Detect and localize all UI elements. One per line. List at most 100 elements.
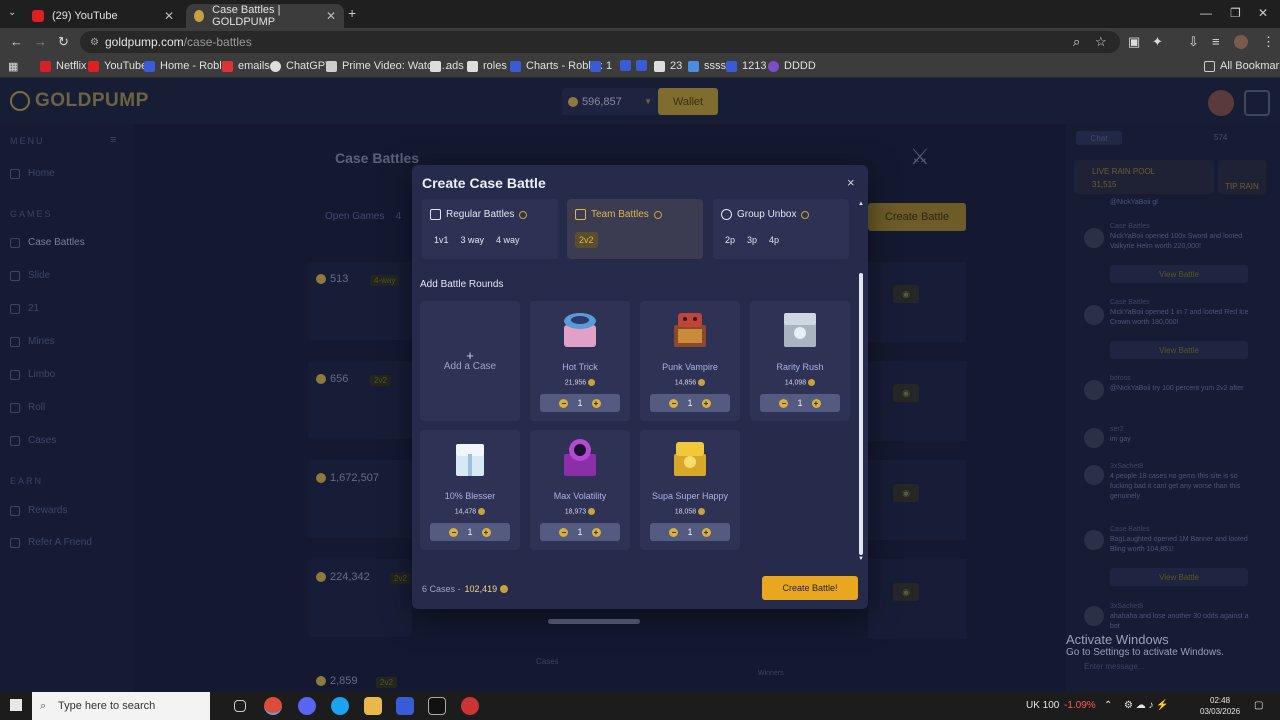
mode-regular-battles[interactable]: Regular Battles 1v1 3 way 4 way: [422, 199, 558, 259]
goldpump-logo[interactable]: GOLDPUMP: [10, 90, 149, 112]
mode-team-battles[interactable]: Team Battles 2v2: [567, 199, 703, 259]
horizontal-scrollbar[interactable]: [548, 619, 640, 624]
bookmark-roblox-icon-only-2[interactable]: [636, 60, 652, 71]
close-icon[interactable]: ×: [847, 175, 855, 190]
bookmark-dddd[interactable]: DDDD: [768, 60, 816, 72]
new-tab-icon[interactable]: +: [348, 5, 356, 21]
windows-start-icon[interactable]: [10, 699, 22, 711]
tray-icons[interactable]: ⚙ ☁ ♪ ⚡: [1124, 700, 1169, 711]
option-1v1[interactable]: 1v1: [430, 232, 453, 248]
bookmark-roblox-icon-only[interactable]: [620, 60, 636, 71]
address-bar[interactable]: ⚙ goldpump.com/case-battles: [80, 31, 1120, 53]
bookmark-charts-roblox[interactable]: Charts - Roblox: [510, 60, 602, 72]
info-icon[interactable]: [519, 210, 528, 219]
forward-icon[interactable]: →: [34, 34, 47, 49]
option-4-way[interactable]: 4 way: [492, 232, 524, 248]
view-eye-icon[interactable]: ◉: [893, 484, 919, 502]
user-avatar[interactable]: [1208, 90, 1234, 116]
minus-icon[interactable]: −: [449, 527, 459, 537]
app-icon-2[interactable]: [428, 697, 446, 715]
view-eye-icon[interactable]: ◉: [893, 583, 919, 601]
window-close-icon[interactable]: ✕: [1258, 6, 1268, 20]
chat-toggle-icon[interactable]: [1244, 90, 1270, 116]
view-battle-button[interactable]: View Battle: [1110, 568, 1248, 586]
plus-icon[interactable]: +: [811, 398, 821, 408]
sidebar-item-refer[interactable]: Refer A Friend: [10, 537, 92, 548]
info-icon[interactable]: [653, 210, 662, 219]
download-icon[interactable]: ⇩: [1188, 34, 1199, 50]
minus-icon[interactable]: −: [779, 398, 789, 408]
file-explorer-icon[interactable]: [364, 697, 382, 715]
option-3p[interactable]: 3p: [743, 232, 761, 248]
bookmark-star-icon[interactable]: ☆: [1095, 34, 1107, 50]
all-bookmarks[interactable]: All Bookmarks: [1204, 60, 1280, 72]
add-case-button[interactable]: + Add a Case: [420, 301, 520, 421]
create-battle-button[interactable]: Create Battle: [868, 203, 966, 231]
chat-input[interactable]: Enter message...: [1076, 662, 1248, 680]
chrome-icon[interactable]: [264, 697, 282, 715]
back-icon[interactable]: ←: [10, 34, 23, 49]
bookmark-youtube[interactable]: YouTube: [88, 60, 147, 72]
plus-icon[interactable]: +: [481, 527, 491, 537]
tab-search-icon[interactable]: ⌄: [8, 7, 16, 18]
tab-search-icon[interactable]: ≡: [1212, 34, 1220, 49]
stock-ticker[interactable]: UK 100: [1026, 700, 1059, 711]
open-games-tab[interactable]: Open Games 4: [325, 211, 401, 222]
minus-icon[interactable]: −: [669, 398, 679, 408]
modal-scrollbar[interactable]: [859, 273, 863, 555]
bookmark-netflix[interactable]: Netflix: [40, 60, 87, 72]
bookmark-ads[interactable]: ads: [430, 60, 464, 72]
sidebar-item-cases[interactable]: Cases: [10, 435, 56, 446]
tip-rain-button[interactable]: TIP RAIN: [1218, 160, 1266, 194]
sidebar-item-limbo[interactable]: Limbo: [10, 369, 55, 380]
discord-icon[interactable]: [298, 697, 316, 715]
minus-icon[interactable]: −: [669, 527, 679, 537]
bookmark-ssss[interactable]: ssss: [688, 60, 726, 72]
site-info-icon[interactable]: ⚙: [90, 37, 99, 48]
scroll-up-icon[interactable]: ▲: [858, 201, 864, 207]
minus-icon[interactable]: −: [559, 398, 569, 408]
puzzle-icon[interactable]: ✦: [1152, 34, 1163, 50]
case-card-supa-super-happy[interactable]: Supa Super Happy 18,058 − 1 +: [640, 430, 740, 550]
option-3-way[interactable]: 3 way: [457, 232, 489, 248]
task-view-icon[interactable]: [234, 700, 246, 712]
sidebar-item-roll[interactable]: Roll: [10, 402, 45, 413]
bookmark-roles[interactable]: roles: [467, 60, 507, 72]
sidebar-item-home[interactable]: Home: [10, 168, 55, 179]
case-card-punk-vampire[interactable]: Punk Vampire 14,856 − 1 +: [640, 301, 740, 421]
bookmark-chatgpt[interactable]: ChatGPT: [270, 60, 332, 72]
bookmark-23[interactable]: 23: [654, 60, 682, 72]
bookmark-roblox-home[interactable]: Home - Roblox: [144, 60, 233, 72]
case-card-hot-trick[interactable]: Hot Trick 21,956 − 1 +: [530, 301, 630, 421]
wallet-button[interactable]: Wallet: [658, 88, 718, 115]
sidebar-item-mines[interactable]: Mines: [10, 336, 55, 347]
sidebar-item-case-battles[interactable]: Case Battles: [10, 237, 85, 248]
scroll-down-icon[interactable]: ▼: [858, 556, 864, 562]
taskbar-search-input[interactable]: ⌕ Type here to search: [32, 692, 210, 720]
extension-icon[interactable]: ▣: [1128, 34, 1140, 50]
minimize-icon[interactable]: —: [1200, 6, 1212, 20]
option-4p[interactable]: 4p: [765, 232, 783, 248]
profile-avatar[interactable]: [1234, 35, 1248, 49]
case-card-max-volatility[interactable]: Max Volatility 18,973 − 1 +: [530, 430, 630, 550]
mode-group-unbox[interactable]: Group Unbox 2p 3p 4p: [713, 199, 849, 259]
view-battle-button[interactable]: View Battle: [1110, 341, 1248, 359]
menu-icon[interactable]: ⋮: [1262, 34, 1275, 50]
reload-icon[interactable]: ↻: [58, 34, 69, 50]
sidebar-item-rewards[interactable]: Rewards: [10, 505, 67, 516]
view-eye-icon[interactable]: ◉: [893, 384, 919, 402]
taskbar-clock[interactable]: 02:48 03/03/2026: [1200, 695, 1240, 717]
minus-icon[interactable]: −: [559, 527, 569, 537]
chat-tab[interactable]: Chat: [1076, 131, 1122, 145]
tab-youtube[interactable]: (29) YouTube ✕: [24, 4, 182, 28]
plus-icon[interactable]: +: [701, 398, 711, 408]
plus-icon[interactable]: +: [591, 398, 601, 408]
bookmark-1[interactable]: 1: [590, 60, 612, 72]
tab-goldpump[interactable]: Case Battles | GOLDPUMP ✕: [186, 4, 344, 28]
maximize-icon[interactable]: ❐: [1230, 6, 1241, 20]
sidebar-item-slide[interactable]: Slide: [10, 270, 50, 281]
zoom-icon[interactable]: ⌕: [1073, 34, 1080, 50]
plus-icon[interactable]: +: [701, 527, 711, 537]
info-icon[interactable]: [801, 210, 810, 219]
case-card-10-blesser[interactable]: 10% Blesser 14,478 − 1 +: [420, 430, 520, 550]
